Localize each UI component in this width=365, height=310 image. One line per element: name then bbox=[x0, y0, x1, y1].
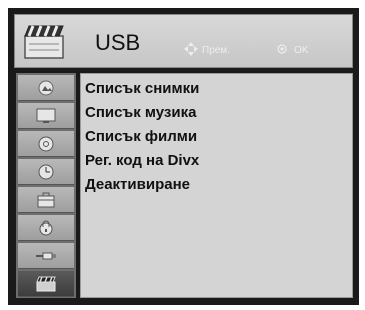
picture-icon bbox=[38, 80, 54, 96]
menu-item-photo-list[interactable]: Списък снимки bbox=[85, 80, 199, 97]
menu-item-music-list[interactable]: Списък музика bbox=[85, 104, 196, 121]
disc-icon bbox=[38, 136, 54, 152]
clapperboard-icon bbox=[24, 25, 64, 59]
hint-move-label: Прем. bbox=[202, 45, 230, 56]
menu-item-movie-list[interactable]: Списък филми bbox=[85, 128, 197, 145]
sidebar-item-lock[interactable] bbox=[18, 215, 74, 241]
toolbox-icon bbox=[37, 192, 55, 208]
ok-button-icon bbox=[277, 44, 287, 54]
header-bar: USB Прем. OK bbox=[14, 14, 353, 68]
sidebar-item-options[interactable] bbox=[18, 187, 74, 213]
usb-icon bbox=[36, 276, 56, 292]
sidebar-item-time[interactable] bbox=[18, 159, 74, 185]
arrows-icon bbox=[184, 42, 198, 56]
lock-icon bbox=[39, 220, 53, 236]
clock-icon bbox=[38, 164, 54, 180]
sidebar-item-picture-settings[interactable] bbox=[18, 103, 74, 129]
menu-item-divx-reg-code[interactable]: Рег. код на Divx bbox=[85, 152, 199, 169]
sidebar-item-input[interactable] bbox=[18, 243, 74, 269]
sidebar-item-picture[interactable] bbox=[18, 75, 74, 101]
sidebar-item-usb[interactable] bbox=[18, 271, 74, 297]
sidebar-item-audio[interactable] bbox=[18, 131, 74, 157]
monitor-icon bbox=[36, 108, 56, 123]
page-title: USB bbox=[95, 30, 141, 55]
cable-icon bbox=[36, 252, 56, 260]
menu-item-deactivation[interactable]: Деактивиране bbox=[85, 176, 190, 193]
sidebar bbox=[16, 73, 76, 298]
usb-menu-panel: Списък снимки Списък музика Списък филми… bbox=[80, 73, 353, 298]
hint-ok-label: OK bbox=[294, 45, 309, 56]
